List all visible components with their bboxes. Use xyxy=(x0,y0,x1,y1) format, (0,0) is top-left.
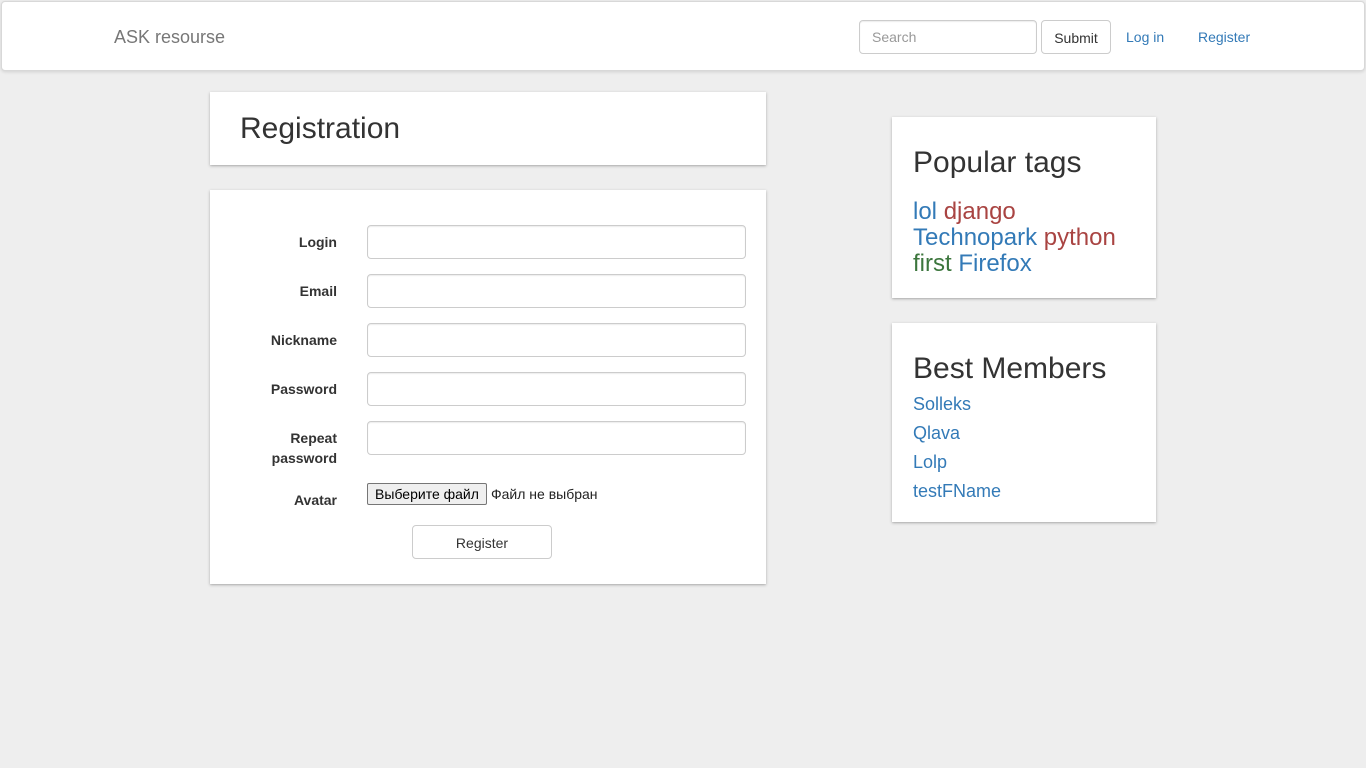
tag-link[interactable]: Technopark xyxy=(913,224,1037,251)
popular-tags-panel: Popular tags lol django Technopark pytho… xyxy=(892,117,1156,298)
email-label: Email xyxy=(299,283,337,299)
popular-tags-title: Popular tags xyxy=(913,146,1082,179)
tag-link[interactable]: Firefox xyxy=(958,250,1031,277)
tag-link[interactable]: python xyxy=(1044,224,1116,251)
member-link[interactable]: Qlava xyxy=(913,423,960,443)
registration-form: Login Email Nickname Password Repeat pas… xyxy=(210,190,766,584)
page-title: Registration xyxy=(240,112,401,145)
tag-link[interactable]: first xyxy=(913,250,952,277)
register-link[interactable]: Register xyxy=(1198,28,1250,46)
password-label: Password xyxy=(270,381,337,397)
best-members-title: Best Members xyxy=(913,352,1107,385)
list-item: testFName xyxy=(913,480,1001,509)
navbar: ASK resourse Submit Log in Register xyxy=(1,1,1365,71)
member-link[interactable]: Lolp xyxy=(913,452,947,472)
list-item: Lolp xyxy=(913,451,1001,480)
repeat-password-label: Repeat password xyxy=(271,430,337,466)
login-link[interactable]: Log in xyxy=(1126,28,1164,46)
list-item: Solleks xyxy=(913,393,1001,422)
member-link[interactable]: testFName xyxy=(913,481,1001,501)
email-field[interactable] xyxy=(367,274,746,308)
login-field[interactable] xyxy=(367,225,746,259)
search-submit-button[interactable]: Submit xyxy=(1041,20,1111,54)
password-field[interactable] xyxy=(367,372,746,406)
avatar-file-status: Файл не выбран xyxy=(491,486,598,502)
member-link[interactable]: Solleks xyxy=(913,394,971,414)
search-input[interactable] xyxy=(859,20,1037,54)
repeat-password-field[interactable] xyxy=(367,421,746,455)
nickname-field[interactable] xyxy=(367,323,746,357)
avatar-file-button[interactable]: Выберите файл xyxy=(367,483,487,505)
title-panel: Registration xyxy=(210,92,766,165)
brand-link[interactable]: ASK resourse xyxy=(114,26,225,48)
tag-link[interactable]: lol xyxy=(913,198,937,225)
tag-link[interactable]: django xyxy=(944,198,1016,225)
login-label: Login xyxy=(298,234,337,250)
member-list: Solleks Qlava Lolp testFName xyxy=(913,393,1001,509)
avatar-label: Avatar xyxy=(293,492,337,508)
register-submit-button[interactable]: Register xyxy=(412,525,552,559)
tag-cloud: lol django Technopark python first Firef… xyxy=(913,199,1138,277)
nickname-label: Nickname xyxy=(270,332,337,348)
best-members-panel: Best Members Solleks Qlava Lolp testFNam… xyxy=(892,323,1156,522)
list-item: Qlava xyxy=(913,422,1001,451)
